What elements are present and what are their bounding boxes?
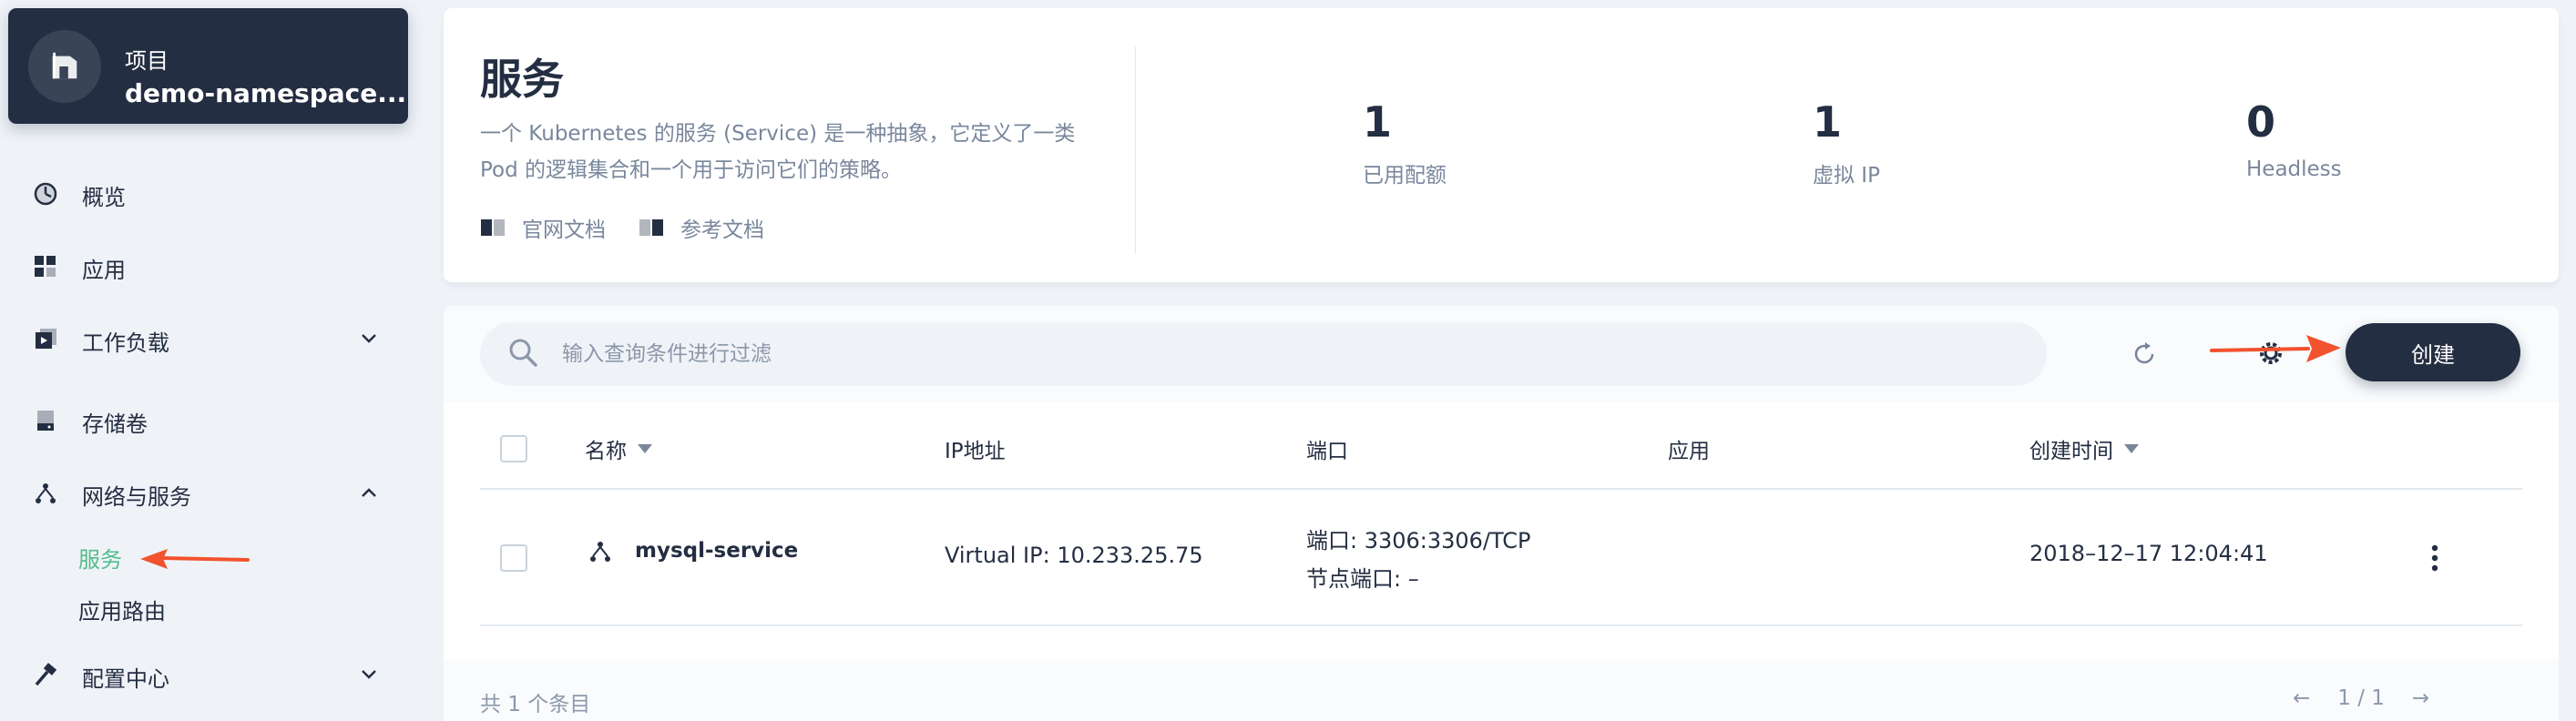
sidebar-item-label: 网络与服务 [82,484,191,510]
list-toolbar: 创建 [444,306,2559,402]
page-indicator: 1 / 1 [2337,686,2385,710]
column-header-created[interactable]: 创建时间 [2029,433,2139,464]
search-icon [509,339,537,367]
sidebar-item-config-center[interactable]: 配置中心 [0,652,408,697]
annotation-arrow-left-icon [140,549,250,569]
stat-value: 1 [1813,97,1843,147]
page-title: 服务 [480,55,564,104]
table-header: 名称 IP地址 端口 应用 创建时间 [480,402,2522,490]
chevron-down-icon[interactable] [357,327,381,350]
reference-docs-label: 参考文档 [680,218,764,242]
workload-icon [33,327,58,352]
stat-label: Headless [2246,157,2342,181]
refresh-icon[interactable] [2131,340,2158,368]
stat-label: 已用配额 [1363,164,1446,188]
sort-caret-icon [2124,444,2139,453]
row-checkbox[interactable] [500,544,527,572]
hammer-icon [33,663,58,688]
create-button[interactable]: 创建 [2346,323,2520,381]
service-list-panel: 创建 名称 IP地址 端口 应用 创建时间 [444,306,2559,721]
prev-page-button[interactable]: ← [2293,686,2310,710]
chevron-up-icon[interactable] [357,481,381,504]
project-icon [28,30,101,103]
service-node-port: 节点端口: – [1306,566,1419,592]
column-header-ip: IP地址 [945,433,1006,464]
sidebar-item-overview[interactable]: 概览 [0,170,408,216]
service-icon [590,542,610,562]
book-icon [639,219,663,236]
official-docs-link[interactable]: 官网文档 [480,212,606,243]
sort-caret-icon [638,444,652,453]
table-row[interactable]: mysql-service Virtual IP: 10.233.25.75 端… [480,490,2522,626]
header-divider [1135,46,1136,254]
project-name: demo-namespace... [125,78,407,108]
apps-icon [33,254,58,279]
sidebar-item-label: 工作负载 [82,330,169,356]
service-port: 端口: 3306:3306/TCP [1306,528,1531,553]
table-footer: 共 1 个条目 ← 1 / 1 → [444,659,2559,721]
storage-icon [33,408,58,433]
sidebar-item-volumes[interactable]: 存储卷 [0,397,408,442]
sidebar-subitem-routes[interactable]: 应用路由 [78,594,166,625]
chevron-down-icon[interactable] [357,663,381,686]
column-header-port: 端口 [1306,433,1348,464]
project-selector[interactable]: 项目 demo-namespace... [8,8,408,124]
stat-quota-used: 1 已用配额 [1363,99,1446,188]
official-docs-label: 官网文档 [522,218,606,242]
sidebar-item-applications[interactable]: 应用 [0,243,408,289]
gear-icon[interactable] [2256,339,2285,368]
total-count: 共 1 个条目 [480,693,591,716]
service-created-time: 2018–12–17 12:04:41 [2029,541,2268,566]
next-page-button[interactable]: → [2412,686,2429,710]
sidebar-item-network-services[interactable]: 网络与服务 [0,470,408,515]
select-all-checkbox[interactable] [500,435,527,462]
stat-headless: 0 Headless [2246,99,2342,181]
sidebar-item-label: 概览 [82,185,126,210]
sidebar-item-label: 存储卷 [82,411,148,437]
column-header-label: 创建时间 [2029,440,2113,463]
column-header-label: 名称 [585,440,627,463]
stat-virtual-ip: 1 虚拟 IP [1813,99,1880,188]
sidebar-item-workloads[interactable]: 工作负载 [0,316,408,361]
project-type-label: 项目 [125,48,169,74]
stat-value: 1 [1363,97,1393,147]
pagination: ← 1 / 1 → [2293,686,2429,710]
service-name-link[interactable]: mysql-service [635,539,798,563]
column-header-label: 应用 [1668,440,1710,463]
sidebar-item-label: 配置中心 [82,666,169,692]
column-header-label: 端口 [1306,440,1348,463]
more-vertical-icon[interactable] [2429,543,2440,574]
sidebar-item-label: 应用 [82,258,126,283]
dashboard-icon [33,181,58,207]
page-header: 服务 一个 Kubernetes 的服务 (Service) 是一种抽象，它定义… [444,8,2559,282]
stat-value: 0 [2246,97,2276,147]
service-ip: Virtual IP: 10.233.25.75 [945,543,1203,568]
sidebar-subitem-services[interactable]: 服务 [78,542,122,574]
sidebar: 项目 demo-namespace... 概览 应用 工作负载 存储卷 网络与服… [0,0,428,721]
page-description: 一个 Kubernetes 的服务 (Service) 是一种抽象，它定义了一类… [480,122,1076,182]
column-header-name[interactable]: 名称 [585,433,652,464]
reference-docs-link[interactable]: 参考文档 [639,212,764,243]
book-icon [481,219,505,236]
app-root: 项目 demo-namespace... 概览 应用 工作负载 存储卷 网络与服… [0,0,2576,721]
column-header-label: IP地址 [945,440,1006,463]
stat-label: 虚拟 IP [1813,164,1880,188]
network-icon [33,481,58,506]
search-input[interactable] [562,322,2019,386]
column-header-app: 应用 [1668,433,1710,464]
